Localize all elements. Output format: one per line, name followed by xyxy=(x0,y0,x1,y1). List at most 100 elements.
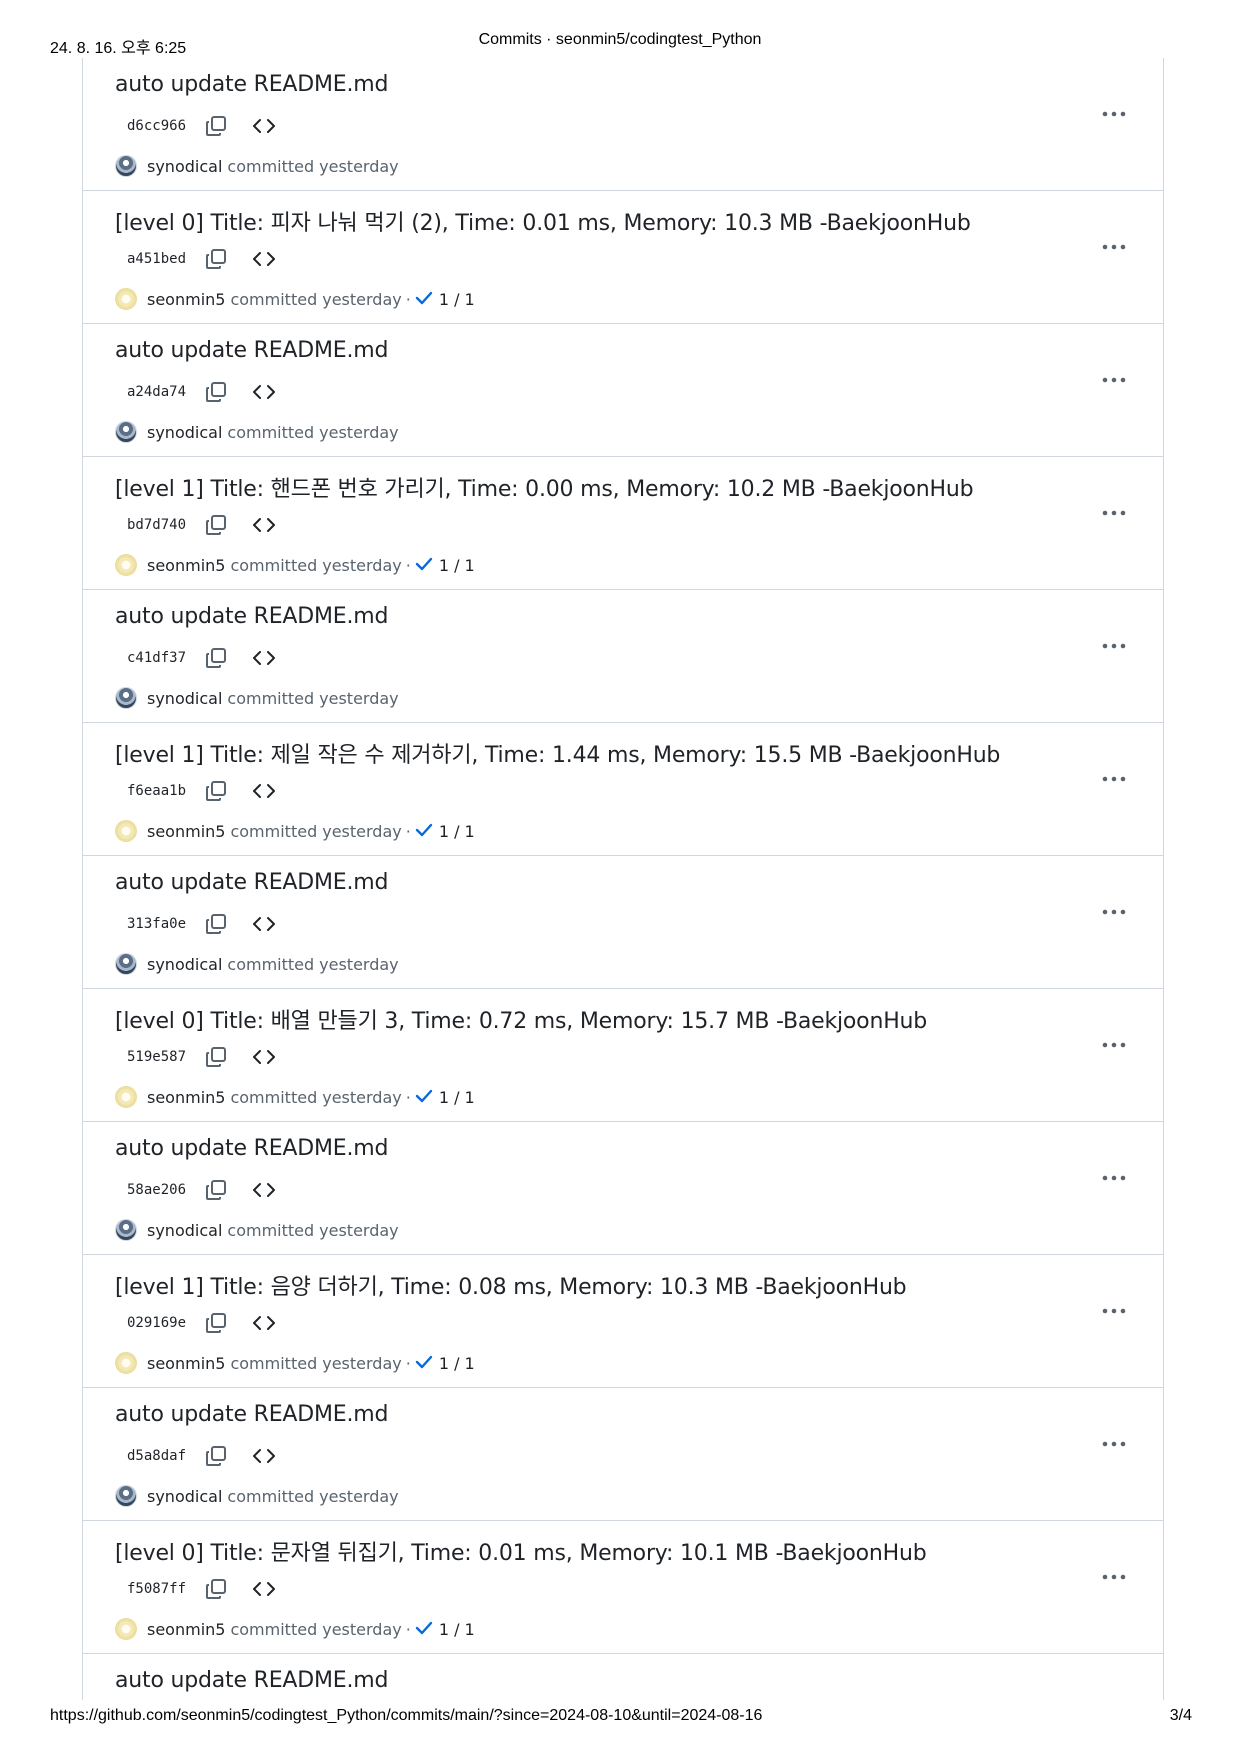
commit-title-link[interactable]: [level 0] Title: 문자열 뒤집기, Time: 0.01 ms,… xyxy=(115,1535,927,1567)
copy-sha-button[interactable] xyxy=(199,244,233,274)
copy-sha-button[interactable] xyxy=(199,111,233,141)
more-options-button[interactable] xyxy=(1099,237,1129,257)
browse-repo-button[interactable] xyxy=(247,1574,281,1604)
checks-status[interactable]: · 1 / 1 xyxy=(402,1620,475,1639)
commit-author-line: synodical committed yesterday xyxy=(115,1218,399,1242)
browse-repo-button[interactable] xyxy=(247,1441,281,1471)
author-link[interactable]: synodical xyxy=(147,1221,222,1240)
author-link[interactable]: seonmin5 xyxy=(147,1354,225,1373)
commit-title-link[interactable]: auto update README.md xyxy=(115,1402,388,1427)
commit-title-link[interactable]: auto update README.md xyxy=(115,604,388,629)
commit-sha[interactable]: 029169e xyxy=(115,1315,199,1331)
avatar-seonmin5[interactable] xyxy=(115,288,137,310)
commit-title-link[interactable]: auto update README.md xyxy=(115,338,388,363)
more-options-button[interactable] xyxy=(1099,1168,1129,1188)
commit-meta: a451bed xyxy=(115,244,295,274)
author-link[interactable]: seonmin5 xyxy=(147,1620,225,1639)
commit-title-link[interactable]: [level 1] Title: 핸드폰 번호 가리기, Time: 0.00 … xyxy=(115,471,974,503)
commit-title-link[interactable]: auto update README.md xyxy=(115,870,388,895)
commit-title-link[interactable]: [level 0] Title: 피자 나눠 먹기 (2), Time: 0.0… xyxy=(115,205,971,237)
author-link[interactable]: synodical xyxy=(147,1487,222,1506)
browse-repo-button[interactable] xyxy=(247,244,281,274)
copy-sha-button[interactable] xyxy=(199,643,233,673)
commit-title-link[interactable]: auto update README.md xyxy=(115,72,388,97)
commit-sha[interactable]: d6cc966 xyxy=(115,118,199,134)
commit-title-link[interactable]: [level 0] Title: 배열 만들기 3, Time: 0.72 ms… xyxy=(115,1003,927,1035)
copy-sha-button[interactable] xyxy=(199,510,233,540)
author-link[interactable]: seonmin5 xyxy=(147,822,225,841)
author-link[interactable]: seonmin5 xyxy=(147,1088,225,1107)
browse-repo-button[interactable] xyxy=(247,776,281,806)
copy-sha-button[interactable] xyxy=(199,1175,233,1205)
browse-repo-button[interactable] xyxy=(247,111,281,141)
avatar-synodical[interactable] xyxy=(115,421,137,443)
commit-time: yesterday xyxy=(319,688,399,708)
commit-sha[interactable]: a24da74 xyxy=(115,384,199,400)
more-options-button[interactable] xyxy=(1099,902,1129,922)
more-options-button[interactable] xyxy=(1099,104,1129,124)
avatar-synodical[interactable] xyxy=(115,1485,137,1507)
copy-sha-button[interactable] xyxy=(199,776,233,806)
commit-sha[interactable]: bd7d740 xyxy=(115,517,199,533)
commit-sha[interactable]: c41df37 xyxy=(115,650,199,666)
more-options-button[interactable] xyxy=(1099,769,1129,789)
more-options-button[interactable] xyxy=(1099,1567,1129,1587)
commit-title-link[interactable]: auto update README.md xyxy=(115,1668,388,1693)
avatar-seonmin5[interactable] xyxy=(115,1352,137,1374)
copy-sha-button[interactable] xyxy=(199,909,233,939)
separator-dot: · xyxy=(405,555,411,575)
avatar-seonmin5[interactable] xyxy=(115,820,137,842)
print-page-number: 3/4 xyxy=(1169,1707,1192,1724)
browse-repo-button[interactable] xyxy=(247,377,281,407)
commit-sha[interactable]: a451bed xyxy=(115,251,199,267)
copy-sha-button[interactable] xyxy=(199,1441,233,1471)
author-link[interactable]: synodical xyxy=(147,423,222,442)
commit-author-line: seonmin5 committed yesterday · 1 / 1 xyxy=(115,1617,475,1641)
browse-repo-button[interactable] xyxy=(247,643,281,673)
committed-label: committed xyxy=(230,1087,318,1107)
commit-sha[interactable]: 313fa0e xyxy=(115,916,199,932)
author-link[interactable]: seonmin5 xyxy=(147,556,225,575)
author-link[interactable]: synodical xyxy=(147,689,222,708)
copy-sha-button[interactable] xyxy=(199,1574,233,1604)
avatar-synodical[interactable] xyxy=(115,953,137,975)
copy-sha-button[interactable] xyxy=(199,377,233,407)
author-link[interactable]: seonmin5 xyxy=(147,290,225,309)
more-options-button[interactable] xyxy=(1099,1434,1129,1454)
checks-status[interactable]: · 1 / 1 xyxy=(402,290,475,309)
avatar-synodical[interactable] xyxy=(115,687,137,709)
browse-repo-button[interactable] xyxy=(247,510,281,540)
avatar-seonmin5[interactable] xyxy=(115,1618,137,1640)
commit-meta: 58ae206 xyxy=(115,1175,295,1205)
more-options-button[interactable] xyxy=(1099,370,1129,390)
commit-sha[interactable]: 58ae206 xyxy=(115,1182,199,1198)
checks-status[interactable]: · 1 / 1 xyxy=(402,822,475,841)
commit-sha[interactable]: d5a8daf xyxy=(115,1448,199,1464)
avatar-seonmin5[interactable] xyxy=(115,554,137,576)
browse-repo-button[interactable] xyxy=(247,1175,281,1205)
more-options-button[interactable] xyxy=(1099,636,1129,656)
browse-repo-button[interactable] xyxy=(247,1042,281,1072)
more-options-button[interactable] xyxy=(1099,1035,1129,1055)
author-link[interactable]: synodical xyxy=(147,157,222,176)
commit-title-link[interactable]: auto update README.md xyxy=(115,1136,388,1161)
commit-sha[interactable]: f5087ff xyxy=(115,1581,199,1597)
checks-status[interactable]: · 1 / 1 xyxy=(402,1354,475,1373)
checks-status[interactable]: · 1 / 1 xyxy=(402,556,475,575)
author-link[interactable]: synodical xyxy=(147,955,222,974)
commit-sha[interactable]: f6eaa1b xyxy=(115,783,199,799)
commit-sha[interactable]: 519e587 xyxy=(115,1049,199,1065)
copy-icon xyxy=(206,249,226,269)
more-options-button[interactable] xyxy=(1099,503,1129,523)
more-options-button[interactable] xyxy=(1099,1301,1129,1321)
avatar-seonmin5[interactable] xyxy=(115,1086,137,1108)
browse-repo-button[interactable] xyxy=(247,909,281,939)
avatar-synodical[interactable] xyxy=(115,155,137,177)
commit-title-link[interactable]: [level 1] Title: 제일 작은 수 제거하기, Time: 1.4… xyxy=(115,737,1000,769)
copy-sha-button[interactable] xyxy=(199,1308,233,1338)
avatar-synodical[interactable] xyxy=(115,1219,137,1241)
browse-repo-button[interactable] xyxy=(247,1308,281,1338)
commit-title-link[interactable]: [level 1] Title: 음양 더하기, Time: 0.08 ms, … xyxy=(115,1269,907,1301)
copy-sha-button[interactable] xyxy=(199,1042,233,1072)
checks-status[interactable]: · 1 / 1 xyxy=(402,1088,475,1107)
